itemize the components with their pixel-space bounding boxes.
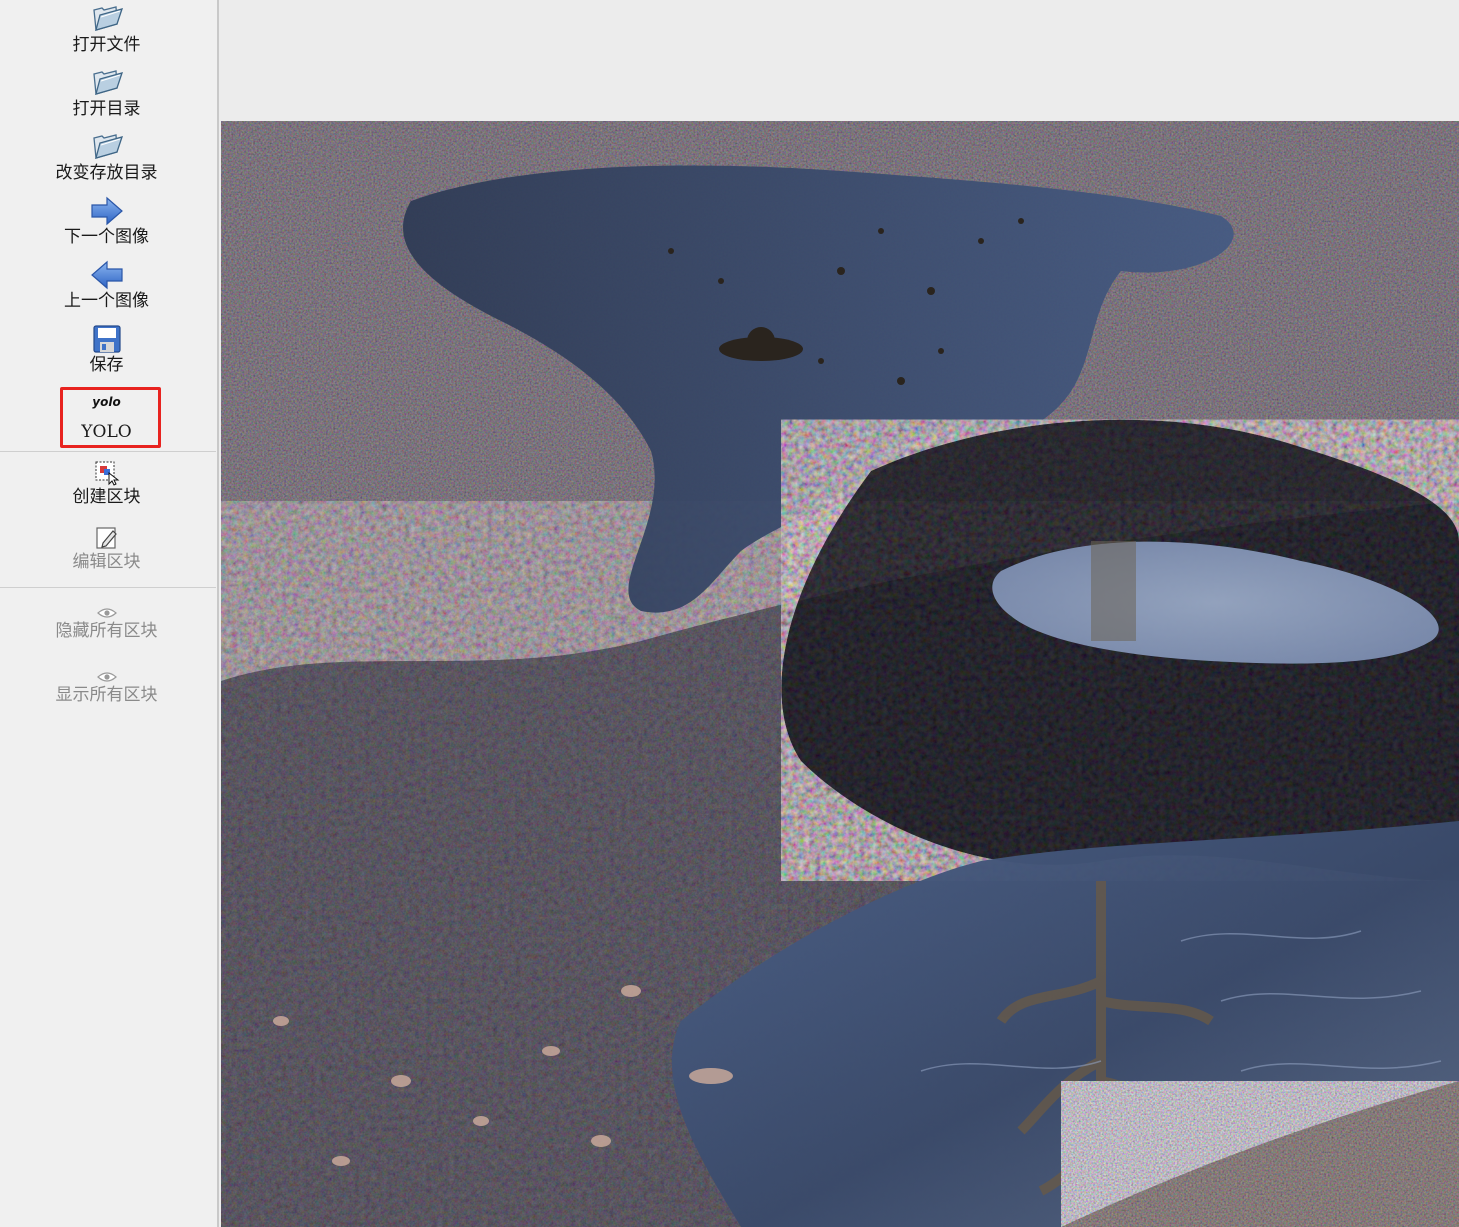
create-box-label: 创建区块 <box>72 487 141 507</box>
folder-open-icon <box>90 130 124 162</box>
labelimg-window: 打开文件 打开目录 改变存放目录 下一个图像 上一个图像 保存 yolo YOL… <box>0 0 1459 1227</box>
toolbar-separator <box>0 587 216 588</box>
show-all-boxes-label: 显示所有区块 <box>55 685 158 705</box>
yolo-icon: yolo <box>92 395 121 409</box>
yolo-label: YOLO <box>81 422 132 442</box>
image-canvas[interactable] <box>219 0 1459 1227</box>
next-image-button[interactable]: 下一个图像 <box>0 194 213 248</box>
change-save-dir-label: 改变存放目录 <box>55 163 158 183</box>
arrow-right-icon <box>90 194 124 226</box>
next-image-label: 下一个图像 <box>64 227 149 247</box>
open-file-label: 打开文件 <box>72 35 141 55</box>
folder-open-icon <box>90 2 124 34</box>
hide-all-boxes-label: 隐藏所有区块 <box>55 621 158 641</box>
prev-image-label: 上一个图像 <box>64 291 149 311</box>
create-box-icon <box>94 454 120 486</box>
eye-icon <box>96 590 117 620</box>
edit-box-button[interactable]: 编辑区块 <box>0 519 213 573</box>
prev-image-button[interactable]: 上一个图像 <box>0 258 213 312</box>
hide-all-boxes-button[interactable]: 隐藏所有区块 <box>0 590 213 642</box>
save-label: 保存 <box>89 355 124 375</box>
yolo-format-button[interactable]: yolo YOLO <box>0 392 213 443</box>
edit-box-label: 编辑区块 <box>72 552 141 572</box>
folder-open-icon <box>90 66 124 98</box>
save-button[interactable]: 保存 <box>0 322 213 376</box>
open-dir-button[interactable]: 打开目录 <box>0 66 213 120</box>
toolbar-separator <box>0 451 216 452</box>
edit-icon <box>94 519 120 551</box>
pothole-road-image[interactable] <box>221 121 1459 1227</box>
open-file-button[interactable]: 打开文件 <box>0 2 213 56</box>
tool-panel: 打开文件 打开目录 改变存放目录 下一个图像 上一个图像 保存 yolo YOL… <box>0 0 219 1227</box>
arrow-left-icon <box>90 258 124 290</box>
eye-icon <box>96 654 117 684</box>
floppy-disk-icon <box>92 322 122 354</box>
create-box-button[interactable]: 创建区块 <box>0 454 213 508</box>
show-all-boxes-button[interactable]: 显示所有区块 <box>0 654 213 706</box>
open-dir-label: 打开目录 <box>72 99 141 119</box>
change-save-dir-button[interactable]: 改变存放目录 <box>0 130 213 184</box>
